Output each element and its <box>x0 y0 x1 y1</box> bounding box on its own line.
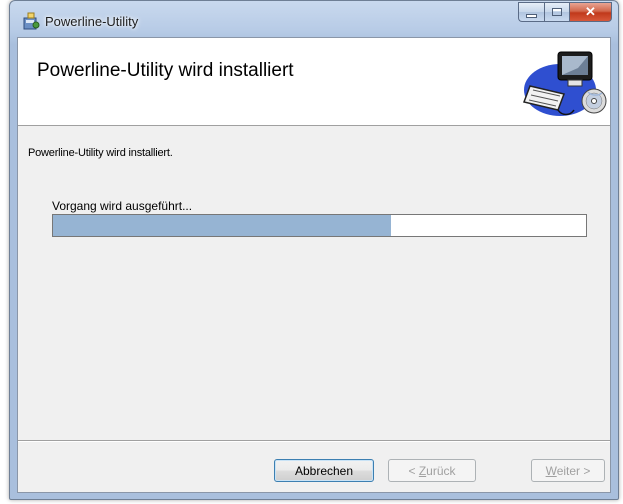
back-button-label: < Zurück <box>408 463 456 478</box>
next-button-label: Weiter > <box>545 463 591 478</box>
next-button[interactable]: Weiter > <box>531 459 605 482</box>
status-text: Powerline-Utility wird installiert. <box>28 147 173 159</box>
maximize-button[interactable] <box>544 2 569 22</box>
minimize-button[interactable] <box>518 2 544 22</box>
progress-label: Vorgang wird ausgeführt... <box>52 199 193 213</box>
caption-buttons: ✕ <box>518 2 612 22</box>
progress-bar-fill <box>53 215 391 236</box>
computer-setup-icon <box>522 51 607 116</box>
close-icon: ✕ <box>585 4 596 19</box>
back-button[interactable]: < Zurück <box>388 459 476 482</box>
title-bar[interactable]: Powerline-Utility ✕ <box>10 1 618 37</box>
progress-bar <box>52 214 587 237</box>
header-banner: Powerline-Utility wird installiert <box>18 38 610 126</box>
maximize-icon <box>552 8 562 16</box>
minimize-icon <box>526 13 537 18</box>
footer-separator <box>18 440 610 442</box>
dialog-client-area: Powerline-Utility wird installiert Power… <box>17 37 611 493</box>
cancel-button-label: Abbrechen <box>294 463 354 478</box>
installer-window: Powerline-Utility ✕ Powerline-Utility wi… <box>9 0 619 500</box>
window-title: Powerline-Utility <box>45 14 139 29</box>
cancel-button[interactable]: Abbrechen <box>274 459 374 482</box>
page-title: Powerline-Utility wird installiert <box>37 60 294 81</box>
installer-package-icon <box>23 12 40 30</box>
close-button[interactable]: ✕ <box>569 2 612 22</box>
